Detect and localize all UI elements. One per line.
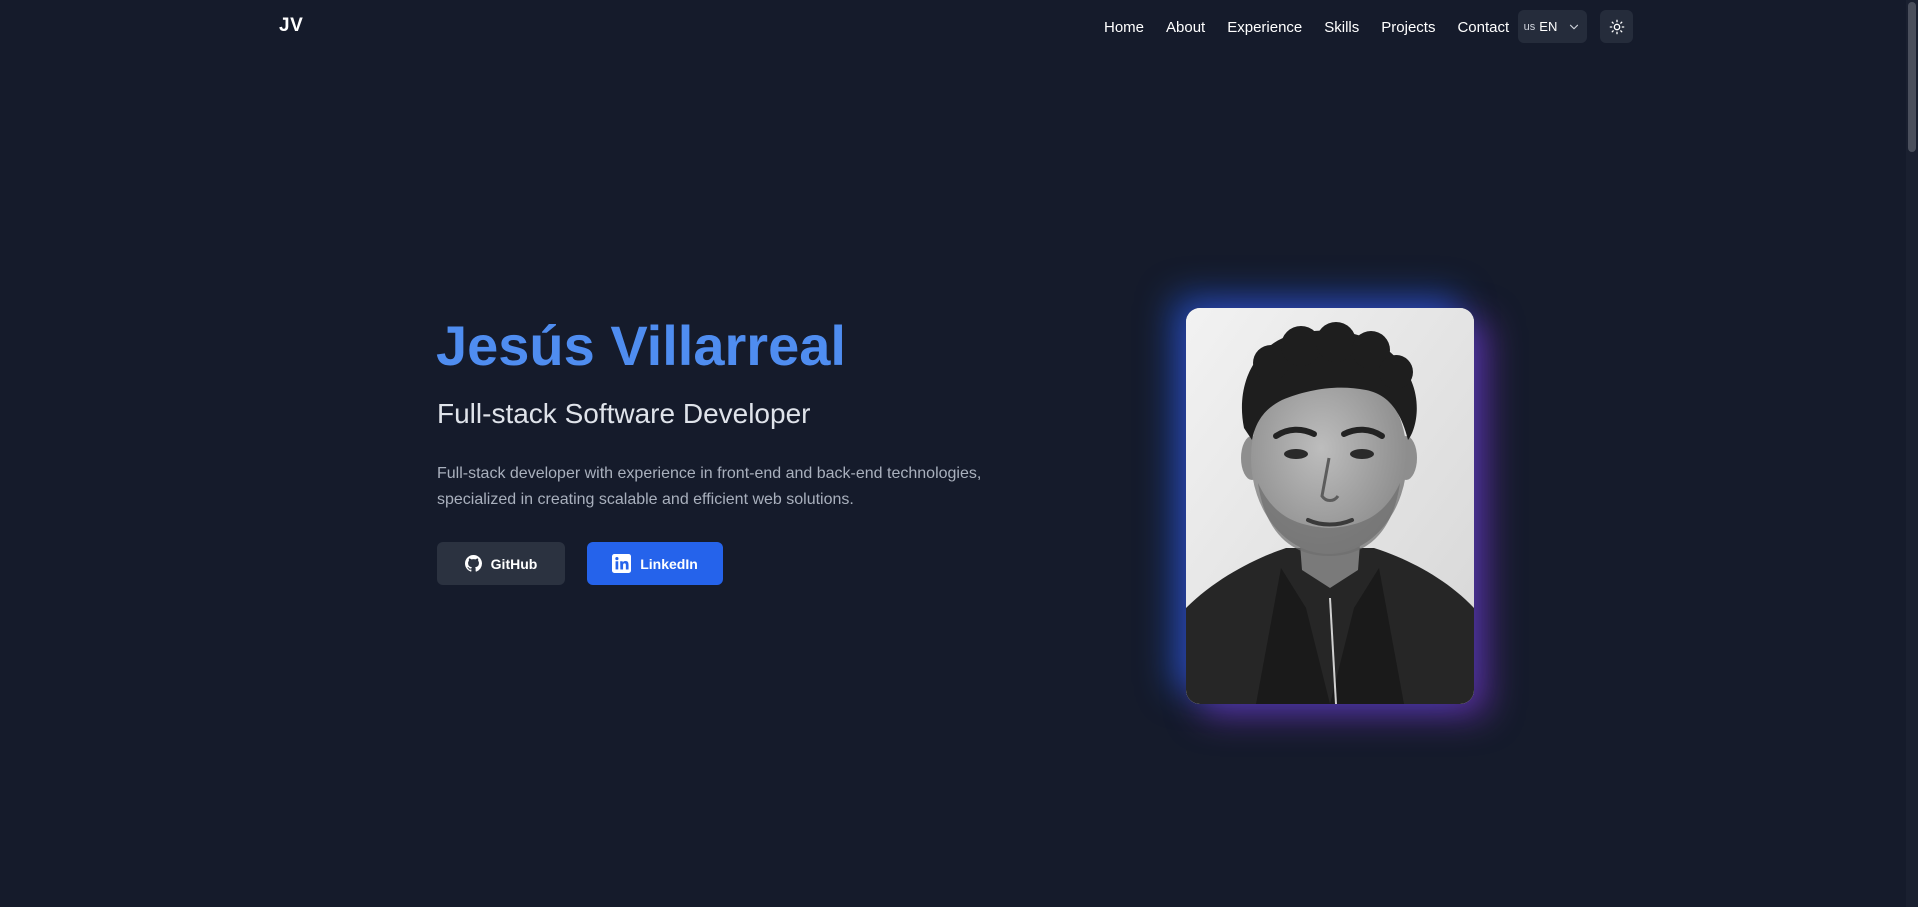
chevron-down-icon bbox=[1570, 24, 1579, 29]
github-button-label: GitHub bbox=[490, 555, 538, 572]
linkedin-button-label: LinkedIn bbox=[640, 555, 698, 572]
hero-role: Full-stack Software Developer bbox=[437, 398, 811, 429]
top-navbar: JV Home About Experience Skills Projects… bbox=[0, 0, 1906, 54]
profile-photo bbox=[1186, 308, 1474, 704]
sun-icon bbox=[1609, 19, 1624, 34]
scrollbar-thumb[interactable] bbox=[1908, 2, 1916, 152]
profile-portrait-image bbox=[1186, 308, 1474, 704]
nav-link-skills[interactable]: Skills bbox=[1324, 19, 1359, 36]
linkedin-button[interactable]: LinkedIn bbox=[587, 542, 723, 585]
nav-link-about[interactable]: About bbox=[1166, 19, 1205, 36]
nav-links: Home About Experience Skills Projects Co… bbox=[1104, 0, 1509, 54]
github-button[interactable]: GitHub bbox=[437, 542, 565, 585]
language-code: EN bbox=[1539, 19, 1558, 34]
nav-link-experience[interactable]: Experience bbox=[1227, 19, 1302, 36]
nav-link-contact[interactable]: Contact bbox=[1457, 19, 1509, 36]
hero-description: Full-stack developer with experience in … bbox=[437, 465, 982, 508]
flag-icon: us bbox=[1523, 20, 1536, 33]
linkedin-icon bbox=[612, 554, 632, 573]
brand-logo[interactable]: JV bbox=[279, 15, 303, 37]
page-scrollbar[interactable] bbox=[1906, 0, 1918, 907]
theme-toggle-button[interactable] bbox=[1600, 10, 1633, 43]
github-icon bbox=[464, 555, 482, 572]
language-select[interactable]: us EN bbox=[1518, 10, 1587, 43]
nav-link-projects[interactable]: Projects bbox=[1381, 19, 1435, 36]
hero-name: Jesús Villarreal bbox=[436, 314, 846, 377]
nav-link-home[interactable]: Home bbox=[1104, 19, 1144, 36]
